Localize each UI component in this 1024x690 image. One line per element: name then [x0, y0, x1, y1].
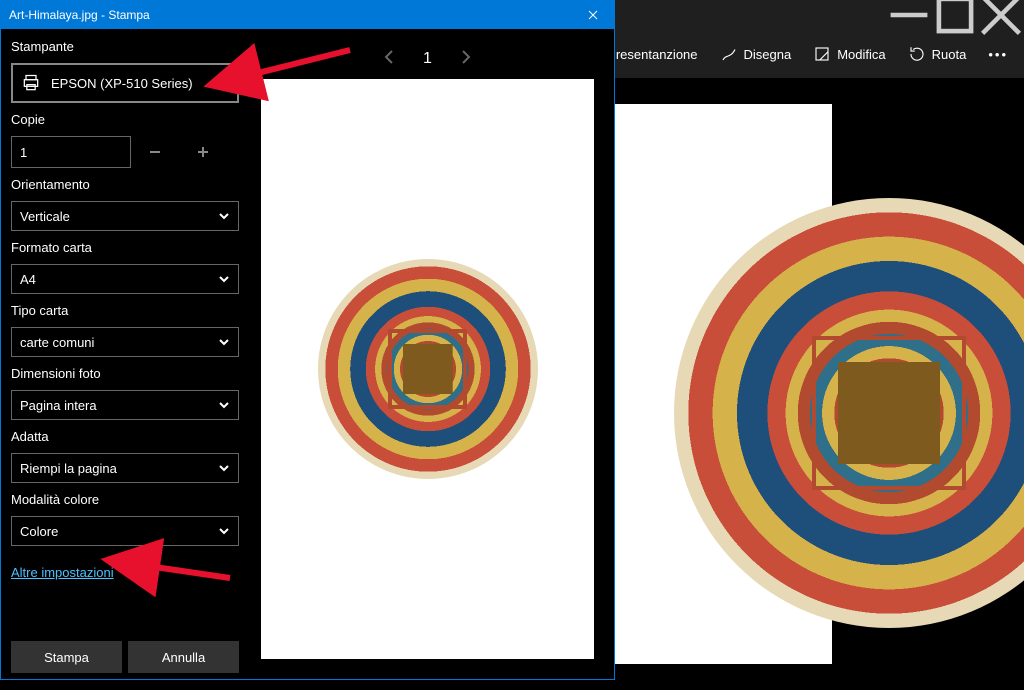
paper-size-select[interactable]: A4 — [11, 264, 239, 294]
copies-input[interactable]: 1 — [11, 136, 131, 168]
fit-select[interactable]: Riempi la pagina — [11, 453, 239, 483]
fit-value: Riempi la pagina — [20, 461, 117, 476]
window-maximize-button[interactable] — [932, 0, 978, 30]
artwork-mandala-large — [674, 198, 1024, 628]
printer-icon — [21, 73, 41, 93]
print-dialog-title: Art-Himalaya.jpg - Stampa — [9, 8, 150, 22]
print-dialog-titlebar: Art-Himalaya.jpg - Stampa — [1, 1, 614, 29]
more-icon: ••• — [988, 47, 1008, 62]
artwork-mandala-preview — [318, 259, 538, 479]
copies-stepper: 1 — [11, 136, 239, 168]
next-page-button[interactable] — [460, 49, 472, 70]
chevron-down-icon — [218, 273, 230, 285]
photo-size-value: Pagina intera — [20, 398, 97, 413]
draw-icon — [720, 45, 738, 63]
paper-type-label: Tipo carta — [11, 303, 239, 318]
print-button[interactable]: Stampa — [11, 641, 122, 673]
printer-value: EPSON (XP-510 Series) — [51, 76, 193, 91]
window-minimize-button[interactable] — [886, 0, 932, 30]
photo-size-select[interactable]: Pagina intera — [11, 390, 239, 420]
chevron-down-icon — [218, 462, 230, 474]
page-navigator: 1 — [255, 39, 600, 79]
print-dialog-close-button[interactable] — [578, 1, 608, 29]
color-mode-value: Colore — [20, 524, 58, 539]
paper-type-value: carte comuni — [20, 335, 94, 350]
copies-decrement-button[interactable] — [131, 136, 179, 168]
window-close-button[interactable] — [978, 0, 1024, 30]
orientation-value: Verticale — [20, 209, 70, 224]
prev-page-button[interactable] — [383, 49, 395, 70]
print-dialog: Art-Himalaya.jpg - Stampa Stampante EPSO… — [0, 0, 615, 680]
print-preview-panel: 1 — [249, 29, 614, 679]
toolbar-edit[interactable]: Modifica — [807, 41, 891, 67]
printer-label: Stampante — [11, 39, 239, 54]
toolbar-slideshow-label: Presentanzione — [607, 47, 697, 62]
paper-size-value: A4 — [20, 272, 36, 287]
fit-label: Adatta — [11, 429, 239, 444]
chevron-down-icon — [218, 525, 230, 537]
chevron-down-icon — [217, 77, 229, 89]
printer-select[interactable]: EPSON (XP-510 Series) — [11, 63, 239, 103]
chevron-down-icon — [218, 210, 230, 222]
cancel-button[interactable]: Annulla — [128, 641, 239, 673]
copies-label: Copie — [11, 112, 239, 127]
toolbar-draw[interactable]: Disegna — [714, 41, 798, 67]
preview-page — [261, 79, 594, 659]
paper-type-select[interactable]: carte comuni — [11, 327, 239, 357]
edit-icon — [813, 45, 831, 63]
toolbar-rotate[interactable]: Ruota — [902, 41, 973, 67]
rotate-icon — [908, 45, 926, 63]
toolbar-rotate-label: Ruota — [932, 47, 967, 62]
toolbar-draw-label: Disegna — [744, 47, 792, 62]
paper-size-label: Formato carta — [11, 240, 239, 255]
print-settings-panel: Stampante EPSON (XP-510 Series) Copie 1 … — [1, 29, 249, 679]
color-mode-select[interactable]: Colore — [11, 516, 239, 546]
page-number: 1 — [423, 50, 432, 68]
copies-increment-button[interactable] — [179, 136, 227, 168]
chevron-down-icon — [218, 399, 230, 411]
photo-size-label: Dimensioni foto — [11, 366, 239, 381]
orientation-select[interactable]: Verticale — [11, 201, 239, 231]
more-settings-link[interactable]: Altre impostazioni — [11, 565, 239, 580]
toolbar-more[interactable]: ••• — [982, 43, 1014, 66]
chevron-down-icon — [218, 336, 230, 348]
color-mode-label: Modalità colore — [11, 492, 239, 507]
toolbar-edit-label: Modifica — [837, 47, 885, 62]
orientation-label: Orientamento — [11, 177, 239, 192]
